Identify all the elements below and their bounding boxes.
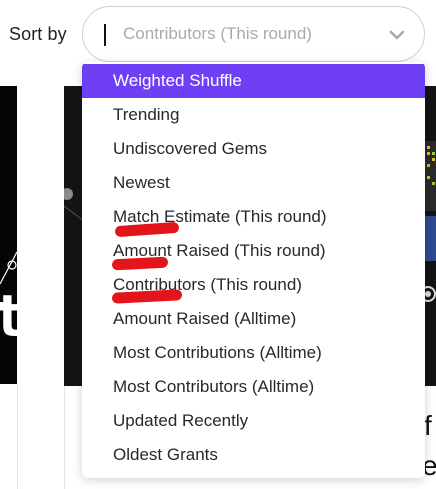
sort-option-amount-raised-alltime[interactable]: Amount Raised (Alltime) xyxy=(82,302,425,336)
sort-by-label: Sort by xyxy=(9,24,67,44)
card-title-fragment[interactable]: f xyxy=(424,410,432,442)
sort-select[interactable]: Contributors (This round) xyxy=(82,6,425,62)
sort-option-updated-recently[interactable]: Updated Recently xyxy=(82,404,425,438)
card-left-glyph: t xyxy=(0,282,27,350)
sort-select-value[interactable]: Contributors (This round) xyxy=(123,24,312,44)
text-caret xyxy=(104,24,106,46)
sort-option-undiscovered-gems[interactable]: Undiscovered Gems xyxy=(82,132,425,166)
card-divider xyxy=(17,384,18,489)
sort-option-trending[interactable]: Trending xyxy=(82,98,425,132)
card-divider xyxy=(64,386,65,489)
sort-option-newest[interactable]: Newest xyxy=(82,166,425,200)
sort-option-most-contributors-alltime[interactable]: Most Contributors (Alltime) xyxy=(82,370,425,404)
grants-page: t f e Sort by Contributors (This round) … xyxy=(0,0,436,489)
sort-option-oldest-grants[interactable]: Oldest Grants xyxy=(82,438,425,472)
sort-options-menu: Weighted Shuffle Trending Undiscovered G… xyxy=(82,62,425,478)
grant-card-image-left[interactable]: t xyxy=(0,86,27,384)
chevron-down-icon[interactable] xyxy=(388,26,406,44)
sort-option-most-contributions-alltime[interactable]: Most Contributions (Alltime) xyxy=(82,336,425,370)
sort-option-weighted-shuffle[interactable]: Weighted Shuffle xyxy=(82,64,425,98)
